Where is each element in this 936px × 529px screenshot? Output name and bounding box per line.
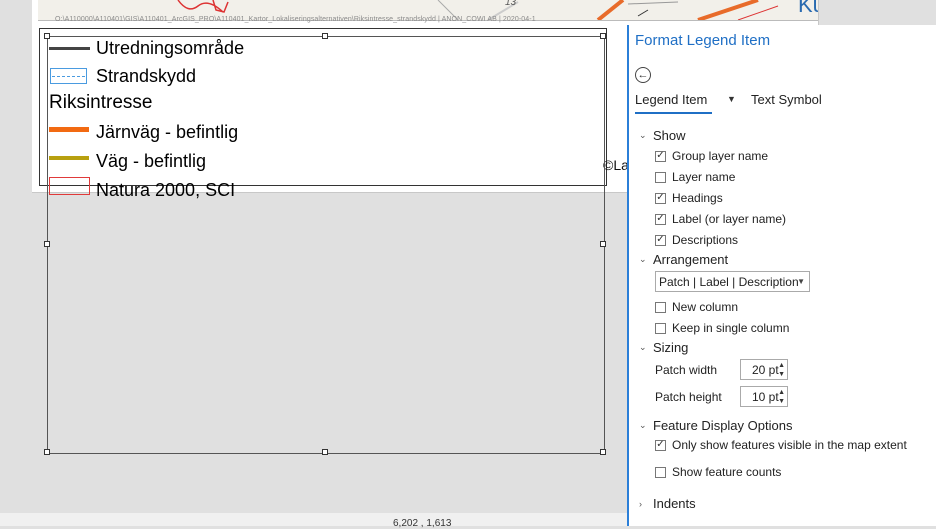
section-show[interactable]: ⌄ Show [639,128,686,143]
section-arrangement[interactable]: ⌄ Arrangement [639,252,728,267]
arrangement-select[interactable]: Patch | Label | Description ▼ [655,271,810,292]
chevron-down-icon: ⌄ [639,254,647,264]
chevron-down-icon: ⌄ [639,420,647,430]
checkbox-checked[interactable]: ✓ [655,213,666,225]
option-label-or-layer-name[interactable]: ✓ Label (or layer name) [655,212,786,226]
chevron-right-icon: › [639,498,642,509]
checkbox-unchecked[interactable] [655,466,666,478]
option-label: Headings [672,191,723,205]
copyright-text: ©La [603,157,629,173]
section-indents[interactable]: › Indents [639,496,696,511]
checkbox-unchecked[interactable] [655,301,666,313]
resize-handle-bottom[interactable] [322,449,328,455]
option-label: New column [672,300,739,314]
option-label: Show feature counts [672,465,782,479]
select-value: Patch | Label | Description [659,274,799,289]
option-keep-single-column[interactable]: Keep in single column [655,321,789,335]
resize-handle-right[interactable] [600,241,606,247]
pane-title: Format Legend Item [635,32,771,49]
selection-rectangle[interactable] [47,36,605,454]
section-label: Sizing [653,340,689,355]
format-legend-item-pane: Format Legend Item ← Legend Item ▼ Text … [627,25,936,526]
patch-height-label: Patch height [655,390,722,404]
place-label: Kung [798,0,818,17]
spin-value: 10 pt [752,389,779,404]
dropdown-arrow-icon: ▼ [797,277,805,286]
section-label: Feature Display Options [653,418,793,433]
checkbox-unchecked[interactable] [655,171,666,183]
resize-handle-left[interactable] [44,241,50,247]
tab-legend-item[interactable]: Legend Item [635,92,707,107]
spin-value: 20 pt [752,362,779,377]
resize-handle-bottom-left[interactable] [44,449,50,455]
option-visible-features-only[interactable]: ✓ Only show features visible in the map … [655,438,907,452]
tab-text-symbol[interactable]: Text Symbol [751,92,822,107]
cursor-coordinates: 6,202 , 1,613 [393,518,452,529]
option-group-layer-name[interactable]: ✓ Group layer name [655,149,768,163]
section-label: Show [653,128,686,143]
option-feature-counts[interactable]: Show feature counts [655,465,781,479]
chevron-down-icon: ⌄ [639,130,647,140]
map-source-path: O:\A110000\A110401\GIS\A110401_ArcGIS_PR… [55,16,536,23]
resize-handle-bottom-right[interactable] [600,449,606,455]
active-tab-indicator [635,112,712,114]
checkbox-checked[interactable]: ✓ [655,150,666,162]
status-bar [0,513,628,526]
option-label: Group layer name [672,149,769,163]
patch-height-input[interactable]: 10 pt ▲ ▼ [740,386,788,407]
checkbox-checked[interactable]: ✓ [655,234,666,246]
section-sizing[interactable]: ⌄ Sizing [639,340,688,355]
chevron-down-icon: ⌄ [639,342,647,352]
section-label: Indents [653,496,696,511]
spin-arrows-icon[interactable]: ▲ ▼ [778,388,785,406]
resize-handle-top-right[interactable] [600,33,606,39]
checkbox-checked[interactable]: ✓ [655,439,666,451]
option-label: Only show features visible in the map ex… [672,438,907,452]
section-label: Arrangement [653,252,729,267]
option-new-column[interactable]: New column [655,300,738,314]
resize-handle-top[interactable] [322,33,328,39]
road-number: 13 [505,0,517,8]
spin-arrows-icon[interactable]: ▲ ▼ [778,361,785,379]
option-descriptions[interactable]: ✓ Descriptions [655,233,738,247]
patch-width-input[interactable]: 20 pt ▲ ▼ [740,359,788,380]
option-label: Keep in single column [672,321,790,335]
checkbox-unchecked[interactable] [655,322,666,334]
option-headings[interactable]: ✓ Headings [655,191,723,205]
checkbox-checked[interactable]: ✓ [655,192,666,204]
patch-width-label: Patch width [655,363,718,377]
option-layer-name[interactable]: Layer name [655,170,735,184]
option-label: Layer name [672,170,736,184]
back-arrow-icon[interactable]: ← [635,67,651,83]
option-label: Label (or layer name) [672,212,787,226]
tab-dropdown-icon[interactable]: ▼ [727,94,736,104]
section-feature-display[interactable]: ⌄ Feature Display Options [639,418,792,433]
option-label: Descriptions [672,233,739,247]
resize-handle-top-left[interactable] [44,33,50,39]
